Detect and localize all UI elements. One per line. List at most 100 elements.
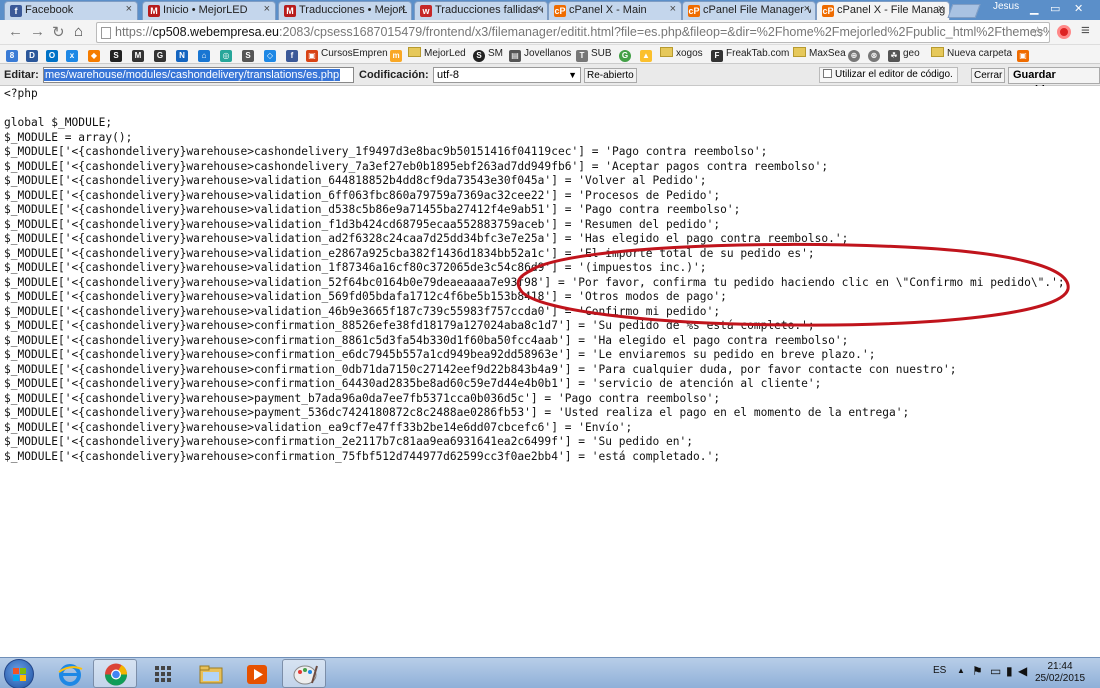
bookmark-icon-14[interactable]: f — [286, 47, 301, 62]
code-line: $_MODULE['<{cashondelivery}warehouse>val… — [4, 290, 727, 303]
bookmark-sub[interactable]: T SUB — [576, 47, 612, 62]
bookmark-mejorled[interactable]: MejorLed — [408, 47, 466, 61]
encoding-label: Codificación: — [359, 69, 429, 81]
extension-icon[interactable] — [1057, 25, 1071, 39]
bookmark-icon-17[interactable]: ▲ — [640, 47, 655, 62]
taskbar-paint[interactable] — [282, 659, 326, 688]
taskbar-chrome[interactable] — [93, 659, 137, 688]
profile-name[interactable]: Jesus — [993, 1, 1019, 12]
code-editor-toggle[interactable]: Utilizar el editor de código. — [819, 67, 958, 83]
code-line: $_MODULE['<{cashondelivery}warehouse>pay… — [4, 391, 721, 405]
windows-taskbar: ES ▲ ⚑ ▭ ▮ ◀ 21:44 25/02/2015 — [0, 657, 1100, 688]
code-editor-area[interactable]: <?php global $_MODULE; $_MODULE = array(… — [0, 86, 1100, 657]
save-changes-button[interactable]: Guardar cambios — [1008, 67, 1100, 96]
close-icon[interactable]: × — [670, 3, 676, 15]
close-icon[interactable]: × — [264, 3, 270, 15]
bookmark-icon-8[interactable]: G — [154, 47, 169, 62]
bookmark-icon-18[interactable]: ⊕ — [848, 47, 863, 62]
tab-traducciones-mejorled[interactable]: M Traducciones • MejorL × — [278, 1, 412, 20]
close-icon[interactable]: × — [804, 3, 810, 15]
menu-icon[interactable]: ≡ — [1081, 22, 1090, 39]
bookmark-nueva-carpeta[interactable]: Nueva carpeta — [931, 47, 1012, 61]
tab-title: cPanel X - File Manag — [837, 4, 945, 16]
webempresa-icon: w — [420, 5, 432, 17]
taskbar-internet-explorer[interactable] — [47, 659, 91, 688]
bookmark-freaktab[interactable]: F FreakTab.com — [711, 47, 789, 62]
reload-icon[interactable]: ↻ — [52, 23, 65, 41]
taskbar-explorer[interactable] — [188, 659, 232, 688]
signal-icon[interactable]: ▮ — [1006, 664, 1013, 678]
bookmark-icon-5[interactable]: ◆ — [88, 47, 103, 62]
bookmark-icon-15[interactable]: m — [390, 47, 405, 62]
bookmark-maxsea[interactable]: MaxSea — [793, 47, 846, 61]
folder-icon — [793, 47, 806, 57]
start-button[interactable] — [4, 659, 34, 688]
network-icon[interactable]: ▭ — [990, 664, 1001, 678]
tab-title: Facebook — [25, 4, 74, 16]
bookmark-icon-3[interactable]: O — [46, 47, 61, 62]
bookmark-icon-4[interactable]: x — [66, 47, 81, 62]
edit-label: Editar: — [4, 69, 39, 81]
code-line: $_MODULE['<{cashondelivery}warehouse>con… — [4, 377, 822, 390]
tab-cpanel-file-manager-active[interactable]: cP cPanel X - File Manag × — [816, 1, 950, 21]
bookmark-icon-6[interactable]: S — [110, 47, 125, 62]
flag-icon[interactable]: ⚑ — [972, 664, 983, 678]
close-icon[interactable]: × — [400, 3, 406, 15]
encoding-value: utf-8 — [437, 69, 460, 81]
dropdown-arrow-icon: ▼ — [568, 70, 577, 80]
home-icon[interactable]: ⌂ — [74, 23, 83, 40]
show-hidden-icons-icon[interactable]: ▲ — [957, 666, 965, 675]
address-bar[interactable]: https://cp508.webempresa.eu:2083/cpsess1… — [96, 22, 1050, 43]
mejorled-icon: M — [284, 5, 296, 17]
volume-icon[interactable]: ◀ — [1018, 664, 1027, 678]
window-close-icon[interactable]: ✕ — [1074, 2, 1083, 15]
file-path-field[interactable]: mes/warehouse/modules/cashondelivery/tra… — [43, 67, 354, 83]
screen: f Facebook × M Inicio • MejorLED × M Tra… — [0, 0, 1100, 688]
bookmark-cursos[interactable]: ▣ CursosEmpren — [306, 47, 388, 62]
close-icon[interactable]: × — [938, 3, 944, 15]
bookmark-sm[interactable]: S SM — [473, 47, 503, 62]
forward-icon[interactable]: → — [30, 23, 45, 40]
bookmark-icon-11[interactable]: ◎ — [220, 47, 235, 62]
tab-traducciones-fallidas[interactable]: w Traducciones fallidas e × — [414, 1, 548, 20]
bookmark-jovellanos[interactable]: ▤ Jovellanos — [509, 47, 572, 62]
close-icon[interactable]: × — [536, 3, 542, 15]
code-line: $_MODULE['<{cashondelivery}warehouse>val… — [4, 232, 849, 245]
code-line: $_MODULE['<{cashondelivery}warehouse>cas… — [4, 159, 829, 173]
minimize-icon[interactable]: ▁ — [1030, 2, 1038, 15]
bookmark-icon-7[interactable]: M — [132, 47, 147, 62]
tab-title: cPanel X - Main — [569, 4, 647, 16]
back-icon[interactable]: ← — [8, 23, 23, 40]
new-tab-button[interactable] — [947, 4, 981, 18]
tab-inicio-mejorled[interactable]: M Inicio • MejorLED × — [142, 1, 276, 20]
close-button[interactable]: Cerrar — [971, 68, 1006, 83]
bookmark-icon-9[interactable]: N — [176, 47, 191, 62]
bookmark-label: Jovellanos — [524, 48, 572, 59]
tab-cpanel-main[interactable]: cP cPanel X - Main × — [548, 1, 682, 20]
bookmark-icon-10[interactable]: ⌂ — [198, 47, 213, 62]
clock[interactable]: 21:44 25/02/2015 — [1030, 661, 1090, 685]
media-player-icon — [247, 665, 267, 684]
bookmark-icon-1[interactable]: 8 — [6, 47, 21, 62]
bookmark-icon-13[interactable]: ◇ — [264, 47, 279, 62]
tab-facebook[interactable]: f Facebook × — [4, 1, 138, 20]
tab-cpanel-file-manager[interactable]: cP cPanel File Manager v3 × — [682, 1, 816, 20]
bookmark-icon-16[interactable]: G — [619, 47, 634, 62]
bookmark-icon-12[interactable]: S — [242, 47, 257, 62]
reopen-button[interactable]: Re-abierto — [584, 68, 637, 83]
taskbar-apps[interactable] — [140, 659, 184, 688]
code-line: $_MODULE['<{cashondelivery}warehouse>val… — [4, 304, 721, 318]
file-path-text: mes/warehouse/modules/cashondelivery/tra… — [44, 69, 341, 81]
code-line: $_MODULE['<{cashondelivery}warehouse>val… — [4, 174, 707, 187]
bookmark-icon-19[interactable]: ⊗ — [868, 47, 883, 62]
encoding-select[interactable]: utf-8 ▼ — [433, 67, 581, 83]
maximize-icon[interactable]: ▭ — [1050, 2, 1060, 15]
bookmark-icon-20[interactable]: ▣ — [1017, 47, 1032, 62]
bookmark-geo[interactable]: ☘ geo — [888, 47, 920, 62]
language-indicator[interactable]: ES — [933, 665, 946, 676]
bookmark-icon-2[interactable]: D — [26, 47, 41, 62]
taskbar-media-player[interactable] — [234, 659, 278, 688]
bookmark-star-icon[interactable]: ☆ — [1031, 23, 1044, 41]
bookmark-xogos[interactable]: xogos — [660, 47, 703, 61]
close-icon[interactable]: × — [126, 3, 132, 15]
